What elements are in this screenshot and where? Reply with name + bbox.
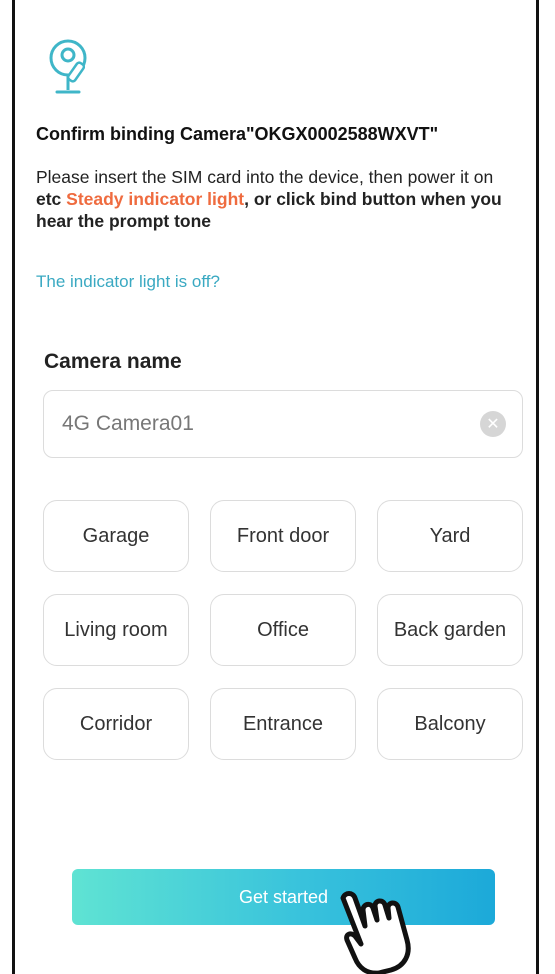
instructions-line-2: etc Steady indicator light, or click bin… (36, 188, 526, 232)
preset-chip-back-garden[interactable]: Back garden (377, 594, 523, 666)
phone-screen (12, 0, 539, 974)
camera-name-label: Camera name (44, 350, 182, 373)
preset-chip-front-door[interactable]: Front door (210, 500, 356, 572)
clear-icon[interactable]: ✕ (480, 411, 506, 437)
instructions-text: Please insert the SIM card into the devi… (36, 166, 526, 232)
indicator-off-help-link[interactable]: The indicator light is off? (36, 272, 220, 292)
camera-icon (49, 39, 87, 94)
preset-chip-corridor[interactable]: Corridor (43, 688, 189, 760)
steady-light-highlight: Steady indicator light (66, 189, 245, 209)
instructions-prefix: etc (36, 189, 67, 209)
pointing-hand-icon (340, 891, 411, 974)
page-title: Confirm binding Camera"OKGX0002588WXVT" (36, 124, 439, 144)
preset-chip-living-room[interactable]: Living room (43, 594, 189, 666)
preset-chip-garage[interactable]: Garage (43, 500, 189, 572)
preset-chip-yard[interactable]: Yard (377, 500, 523, 572)
preset-chip-office[interactable]: Office (210, 594, 356, 666)
preset-chip-entrance[interactable]: Entrance (210, 688, 356, 760)
preset-chip-balcony[interactable]: Balcony (377, 688, 523, 760)
camera-name-field: ✕ (43, 390, 523, 458)
name-preset-grid: Garage Front door Yard Living room Offic… (43, 500, 524, 760)
camera-name-input[interactable] (60, 411, 480, 437)
instructions-line-1: Please insert the SIM card into the devi… (36, 167, 494, 187)
